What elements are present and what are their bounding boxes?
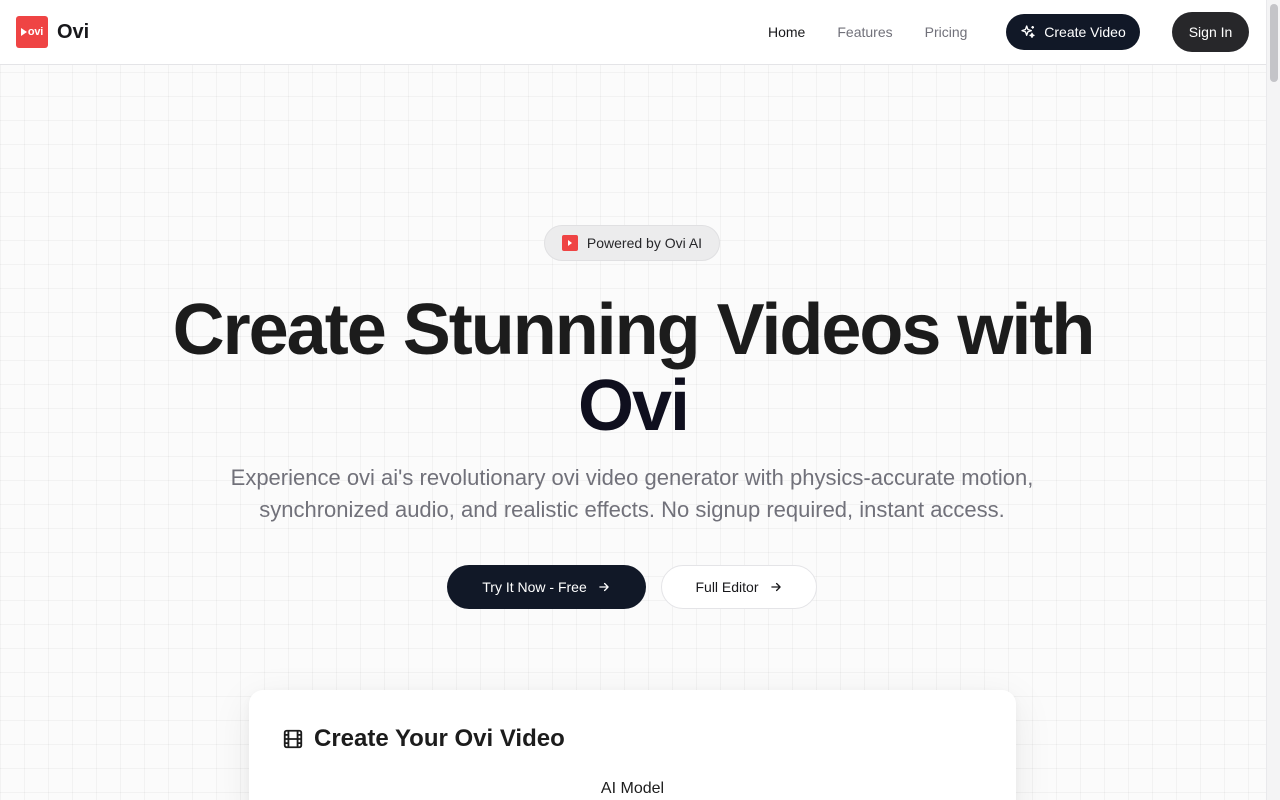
brand-link[interactable]: ovi Ovi xyxy=(16,16,89,48)
hero-subtitle: Experience ovi ai's revolutionary ovi vi… xyxy=(230,465,1034,522)
page-scrollbar[interactable] xyxy=(1266,0,1280,800)
powered-by-badge: Powered by Ovi AI xyxy=(544,225,720,261)
full-editor-label: Full Editor xyxy=(695,579,759,595)
nav-pricing[interactable]: Pricing xyxy=(925,22,968,42)
create-video-button[interactable]: Create Video xyxy=(1006,14,1140,50)
brand-name: Ovi xyxy=(57,20,90,43)
arrow-right-icon xyxy=(597,580,611,594)
badge-label: Powered by Ovi AI xyxy=(586,235,703,251)
hero-title: Create Stunning Videos with Ovi xyxy=(0,292,1266,444)
try-it-now-label: Try It Now - Free xyxy=(482,579,587,595)
scrollbar-thumb[interactable] xyxy=(1270,4,1278,82)
card-title: Create Your Ovi Video xyxy=(282,725,565,753)
nav-home[interactable]: Home xyxy=(768,22,805,42)
site-header: ovi Ovi Home Features Pricing Create Vid… xyxy=(0,0,1266,65)
create-video-card: Create Your Ovi Video AI Model xyxy=(249,690,1016,800)
ai-model-label: AI Model xyxy=(600,780,665,797)
hero-title-accent: Ovi xyxy=(577,366,690,446)
sign-in-button[interactable]: Sign In xyxy=(1172,12,1249,52)
sparkles-icon xyxy=(1021,25,1035,38)
hero-title-line1: Create Stunning Videos with xyxy=(172,290,1096,370)
main-nav: Home Features Pricing xyxy=(768,22,999,42)
ovi-logo-icon xyxy=(561,235,578,251)
film-icon xyxy=(283,729,303,749)
full-editor-button[interactable]: Full Editor xyxy=(661,565,817,609)
nav-features[interactable]: Features xyxy=(837,22,892,42)
try-it-now-button[interactable]: Try It Now - Free xyxy=(447,565,646,609)
arrow-right-icon xyxy=(769,580,783,594)
card-title-text: Create Your Ovi Video xyxy=(314,725,565,752)
ovi-logo-icon: ovi xyxy=(16,16,48,48)
create-video-label: Create Video xyxy=(1044,24,1126,40)
